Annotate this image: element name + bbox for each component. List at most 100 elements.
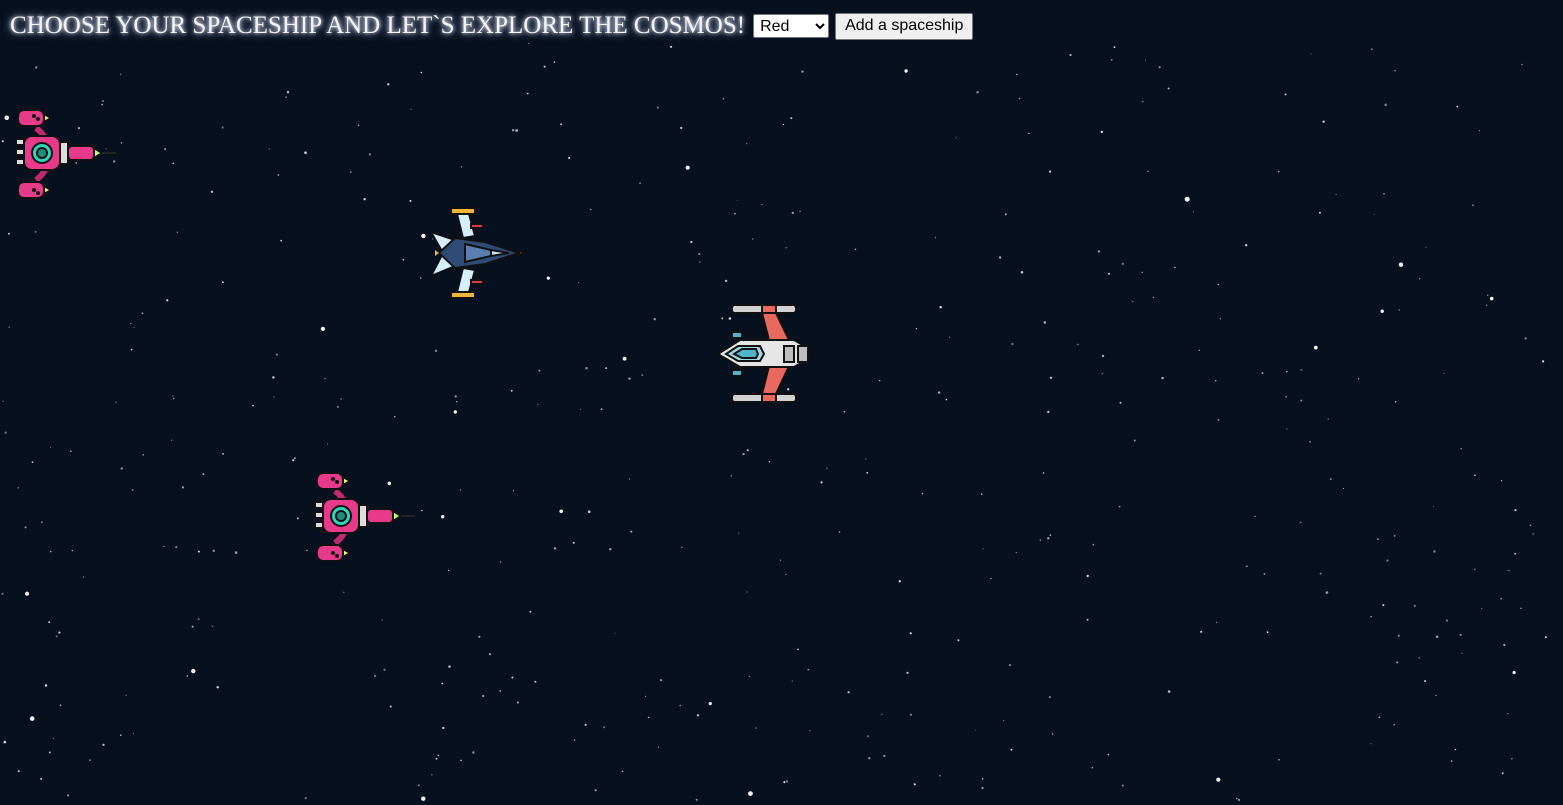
star [529,610,532,613]
star [132,733,134,735]
star [1503,643,1506,647]
star [708,702,712,706]
star [387,83,390,86]
star [212,625,214,627]
star [1487,294,1489,296]
star [1343,488,1345,489]
star [454,395,457,398]
ship-color-select[interactable]: Red [753,14,830,38]
star [755,727,757,729]
star [172,395,174,397]
star [434,349,438,352]
star [543,65,546,68]
star [603,726,606,729]
star [1008,663,1012,667]
star [761,204,763,206]
star [1121,262,1125,265]
star [435,757,438,760]
star [71,549,74,552]
star [724,279,728,283]
star [641,374,644,377]
star [791,680,793,682]
blue-spaceship-icon[interactable] [425,204,530,304]
star [1133,439,1136,442]
star [867,735,869,737]
star [1147,170,1149,172]
star [1481,608,1483,610]
star [24,591,30,596]
star [1174,266,1176,269]
star [222,453,224,455]
star [1261,372,1264,375]
star [343,591,345,593]
star [131,489,134,491]
pink-spaceship-icon[interactable] [309,467,421,567]
star [419,277,422,279]
star [186,675,188,677]
star [1118,505,1121,508]
star [785,247,787,249]
star [164,148,167,151]
star [277,174,280,176]
star [1474,568,1476,571]
pink-spaceship-icon[interactable] [10,104,122,204]
star [1277,170,1280,173]
star [990,577,992,580]
star [1236,797,1238,800]
star [628,478,631,480]
star [1285,395,1288,398]
star [268,148,270,150]
star [785,573,787,576]
star [50,551,52,553]
star [417,784,420,787]
star [216,686,219,689]
star [1086,618,1089,621]
star [527,92,529,95]
star [1445,619,1449,622]
gray-spaceship-icon[interactable] [714,302,824,406]
star [1284,93,1287,96]
star [1278,758,1280,761]
star [175,546,178,549]
star [594,789,597,792]
star [273,396,275,398]
star [1216,777,1221,782]
star [681,546,683,548]
star [559,509,563,514]
star [482,694,485,698]
star [478,635,481,638]
star [579,409,581,410]
star [1529,524,1532,527]
star [1443,372,1445,374]
star [1397,634,1400,637]
star [1542,360,1545,363]
star [685,165,690,170]
star [915,328,918,330]
star [141,312,144,315]
star [799,210,801,212]
star [605,367,608,369]
star [1158,66,1161,69]
star [306,549,308,552]
star [748,676,751,678]
star [70,450,72,452]
star [742,453,745,456]
star [1286,428,1288,430]
star [745,142,748,145]
star [515,129,518,132]
star [410,108,412,110]
space-canvas: CHOOSE YOUR SPACESHIP AND LET`S EXPLORE … [0,0,1563,805]
star [1357,378,1360,380]
star [1322,120,1325,123]
star [1010,748,1013,751]
star [363,198,366,201]
star [1377,538,1379,540]
add-spaceship-button[interactable]: Add a spaceship [835,12,974,40]
star [537,403,539,405]
star [657,746,660,748]
star [847,691,850,694]
star [1318,211,1321,214]
star [1310,53,1312,55]
star [698,252,701,256]
star [3,740,7,744]
